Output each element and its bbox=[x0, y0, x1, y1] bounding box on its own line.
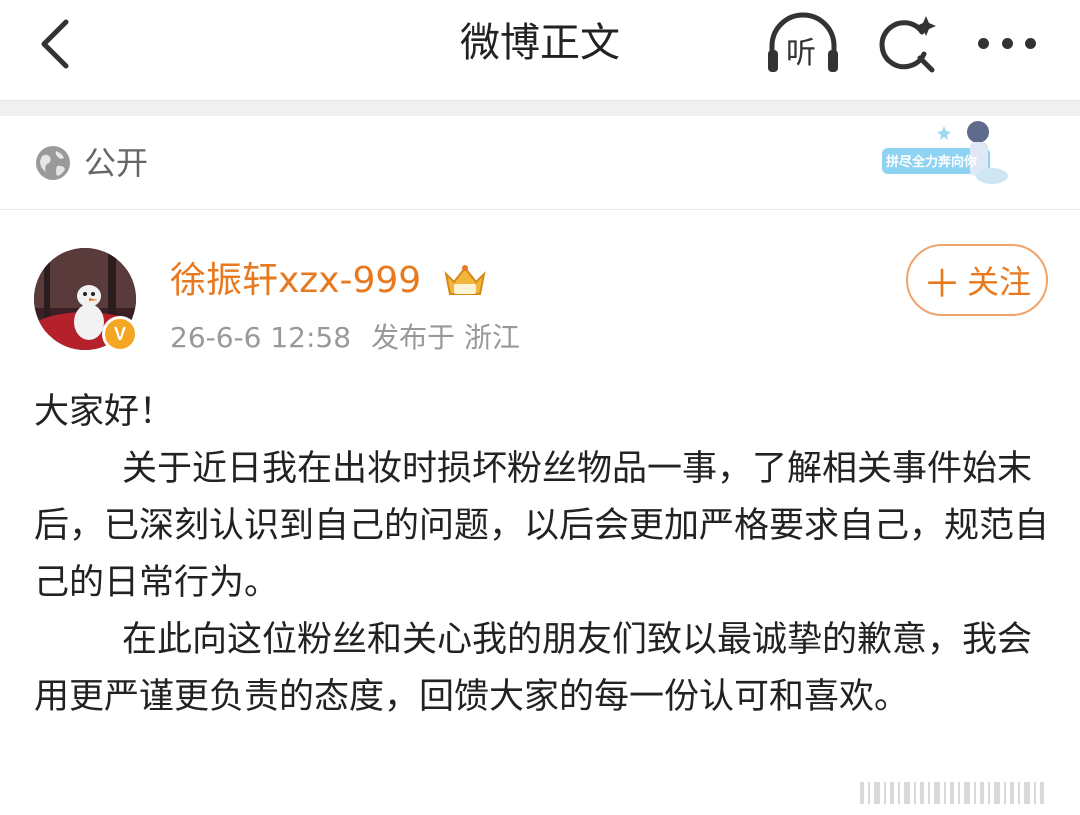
post-paragraph: 大家好！ bbox=[34, 392, 175, 432]
post-timestamp: 26-6-6 12:58 bbox=[170, 321, 352, 354]
post-location: 发布于 浙江 bbox=[371, 321, 520, 354]
verified-badge: V bbox=[102, 316, 138, 352]
more-dot bbox=[1025, 37, 1036, 49]
more-dot bbox=[978, 37, 989, 49]
post-paragraph: 关于近日我在出妆时损坏粉丝物品一事，了解相关事件始末后，已深刻认识到自己的问题，… bbox=[34, 449, 1050, 603]
follow-button[interactable]: ＋关注 bbox=[906, 244, 1048, 316]
fan-badge-decoration: 拼尽全力奔向你 bbox=[878, 118, 1018, 198]
post-meta: 26-6-6 12:58 发布于 浙江 bbox=[170, 320, 520, 356]
watermark-barcode bbox=[860, 782, 1044, 804]
search-sparkle-icon bbox=[879, 16, 936, 73]
post-content: 大家好！ 关于近日我在出妆时损坏粉丝物品一事，了解相关事件始末后，已深刻认识到自… bbox=[34, 384, 1054, 726]
plus-icon: ＋ bbox=[922, 261, 961, 306]
top-nav-bar: 微博正文 听 bbox=[0, 0, 1080, 100]
globe-icon bbox=[36, 146, 70, 180]
visibility-row: 公开 拼尽全力奔向你 bbox=[0, 116, 1080, 210]
visibility-label: 公开 bbox=[84, 144, 149, 182]
section-divider bbox=[0, 100, 1080, 116]
crown-badge-icon[interactable] bbox=[440, 260, 490, 300]
author-name[interactable]: 徐振轩xzx-999 bbox=[170, 258, 421, 304]
more-button[interactable] bbox=[974, 18, 1040, 68]
search-button[interactable] bbox=[876, 12, 940, 76]
follow-label: 关注 bbox=[967, 263, 1032, 301]
fan-badge-text: 拼尽全力奔向你 bbox=[886, 155, 978, 170]
listen-label: 听 bbox=[786, 36, 816, 71]
more-dot bbox=[1001, 37, 1013, 49]
listen-button[interactable]: 听 bbox=[764, 12, 842, 76]
post-paragraph: 在此向这位粉丝和关心我的朋友们致以最诚挚的歉意，我会用更严谨更负责的态度，回馈大… bbox=[34, 620, 1033, 717]
